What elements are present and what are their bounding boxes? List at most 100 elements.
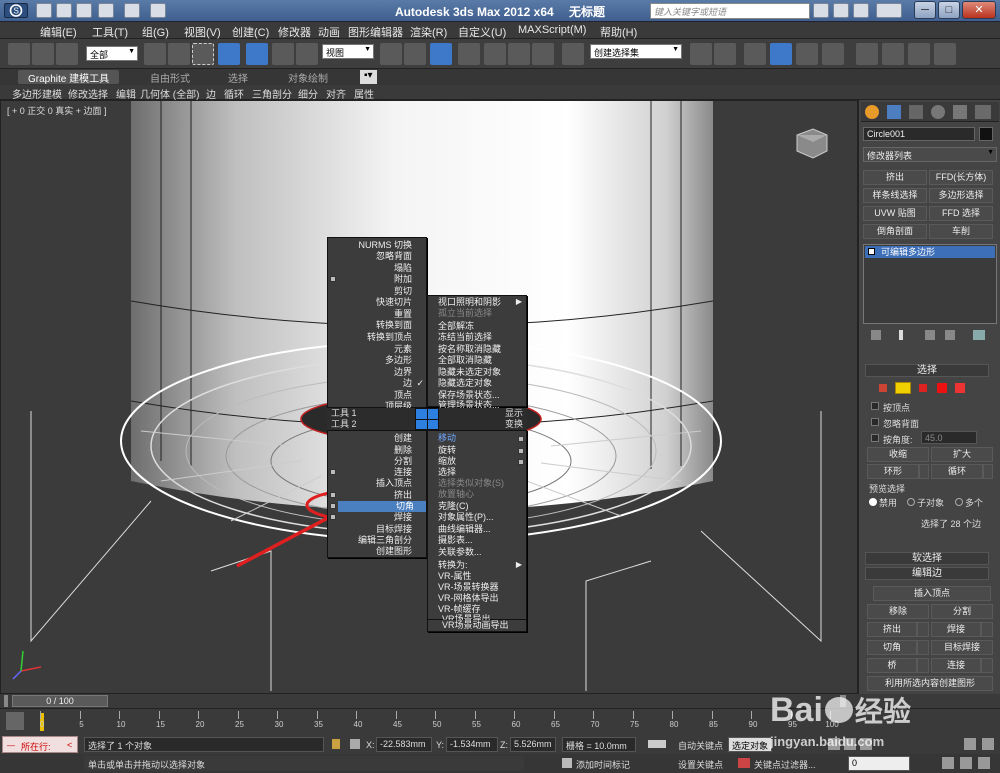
rendered-frame-icon[interactable]: [908, 43, 930, 65]
menu-animation[interactable]: 动画: [318, 24, 340, 40]
orbit-icon[interactable]: [978, 757, 990, 769]
angle-snap-icon[interactable]: [484, 43, 506, 65]
y-coordinate-field[interactable]: -1.534mm: [446, 737, 498, 752]
qmenu-cut[interactable]: 剪切: [394, 286, 412, 297]
field-of-view-icon[interactable]: [942, 757, 954, 769]
mod-ffd-select-button[interactable]: FFD 选择: [929, 206, 993, 221]
set-key-label[interactable]: 设置关键点: [678, 758, 723, 771]
ribbon-edges[interactable]: 边: [206, 86, 216, 101]
qmenu-wire-parameters[interactable]: 关联参数...: [438, 547, 482, 558]
qmenu-curve-editor[interactable]: 曲线编辑器...: [438, 524, 491, 535]
qmenu-vr-properties[interactable]: VR-属性: [438, 571, 472, 582]
mod-uvw-map-button[interactable]: UVW 贴图: [863, 206, 927, 221]
qmenu-remove[interactable]: 删除: [394, 445, 412, 456]
qmenu-vr-scene-converter[interactable]: VR-场景转换器: [438, 582, 499, 593]
zoom-viewport-icon[interactable]: [964, 738, 976, 750]
extrude-button[interactable]: 挤出: [867, 622, 917, 637]
ribbon-loops[interactable]: 循环: [224, 86, 244, 101]
loop-button[interactable]: 循环: [931, 464, 983, 479]
qmenu-weld[interactable]: 焊接: [394, 512, 412, 523]
connect-settings-button[interactable]: [981, 658, 993, 673]
rotate-settings-icon[interactable]: [518, 448, 524, 454]
shrink-button[interactable]: 收缩: [867, 447, 929, 462]
quad-center-icon[interactable]: [415, 408, 440, 431]
qmenu-object-properties[interactable]: 对象属性(P)...: [438, 512, 494, 523]
by-vertex-checkbox[interactable]: [871, 402, 879, 410]
qmenu-attach[interactable]: 附加: [394, 274, 412, 285]
weld-settings-button[interactable]: [981, 622, 993, 637]
layer-manager-icon[interactable]: [744, 43, 766, 65]
display-tab-icon[interactable]: [953, 105, 967, 119]
qmenu-chamfer[interactable]: 切角: [338, 501, 426, 512]
menu-graph-editors[interactable]: 图形编辑器: [348, 24, 403, 40]
qmenu-convert-to[interactable]: 转换为:: [438, 560, 468, 571]
ribbon-options-icon[interactable]: ▪▾: [360, 70, 377, 84]
help-search-input[interactable]: 键入关键字或短语: [650, 3, 810, 19]
connect-button[interactable]: 连接: [931, 658, 981, 673]
ribbon-properties[interactable]: 属性: [354, 86, 374, 101]
show-end-result-icon[interactable]: [899, 330, 903, 340]
stack-item-editable-poly[interactable]: 可编辑多边形: [865, 246, 995, 258]
qmenu-create[interactable]: 创建: [394, 433, 412, 444]
key-filters-label[interactable]: 关键点过滤器...: [754, 758, 816, 771]
qmenu-reset[interactable]: 重置: [394, 309, 412, 320]
qmenu-freeze-selection[interactable]: 冻结当前选择: [438, 332, 492, 343]
slider-left-icon[interactable]: [4, 695, 8, 707]
angle-spinner[interactable]: 45.0: [921, 431, 977, 444]
spinner-snap-icon[interactable]: [532, 43, 554, 65]
ring-button[interactable]: 环形: [867, 464, 919, 479]
pan-icon[interactable]: [960, 757, 972, 769]
menu-modifiers[interactable]: 修改器: [278, 24, 311, 40]
minimize-button[interactable]: ─: [914, 1, 936, 19]
selected-dropdown[interactable]: 选定对象: [728, 737, 772, 752]
mod-poly-select-button[interactable]: 多边形选择: [929, 188, 993, 203]
qmenu-split[interactable]: 分割: [394, 456, 412, 467]
qmenu-viewport-lighting[interactable]: 视口照明和阴影: [438, 297, 501, 308]
zoom-all-icon[interactable]: [982, 738, 994, 750]
add-time-tag-label[interactable]: 添加时间标记: [576, 758, 630, 771]
qmenu-target-weld[interactable]: 目标焊接: [376, 524, 412, 535]
keyboard-shortcut-icon[interactable]: [430, 43, 452, 65]
extrude-settings-button[interactable]: [917, 622, 929, 637]
move-tool-icon[interactable]: [246, 43, 268, 65]
qmenu-scale[interactable]: 缩放: [438, 456, 456, 467]
chamfer-settings-button[interactable]: [917, 640, 929, 655]
utilities-tab-icon[interactable]: [975, 105, 991, 119]
qmenu-connect[interactable]: 连接: [394, 467, 412, 478]
qmenu-vr-scene-anim-export[interactable]: VR场景动画导出: [442, 620, 509, 631]
connect-settings-icon[interactable]: [330, 469, 336, 475]
qmenu-select[interactable]: 选择: [438, 467, 456, 478]
ribbon-polygon-modeling[interactable]: 多边形建模: [12, 86, 62, 101]
unlink-icon[interactable]: [32, 43, 54, 65]
qmenu-edit-triangulation[interactable]: 编辑三角剖分: [358, 535, 412, 546]
ribbon-modify-selection[interactable]: 修改选择: [68, 86, 108, 101]
current-frame-field[interactable]: 0: [848, 756, 910, 771]
auto-key-label[interactable]: 自动关键点: [678, 739, 723, 752]
select-by-name-icon[interactable]: [168, 43, 190, 65]
qmenu-extrude[interactable]: 挤出: [394, 490, 412, 501]
qmenu-clone[interactable]: 克隆(C): [438, 501, 469, 512]
grow-button[interactable]: 扩大: [931, 447, 993, 462]
close-button[interactable]: ✕: [962, 1, 996, 19]
schematic-view-icon[interactable]: [822, 43, 844, 65]
selection-filter-dropdown[interactable]: 全部: [86, 46, 138, 61]
mod-spline-select-button[interactable]: 样条线选择: [863, 188, 927, 203]
menu-tools[interactable]: 工具(T): [92, 24, 128, 40]
tab-graphite[interactable]: Graphite 建模工具: [18, 70, 120, 85]
modify-tab-icon[interactable]: [887, 105, 901, 119]
by-angle-checkbox[interactable]: [871, 434, 879, 442]
border-mode-icon[interactable]: [919, 384, 927, 392]
qmenu-polygon[interactable]: 多边形: [385, 355, 412, 366]
extrude-settings-icon[interactable]: [330, 492, 336, 498]
edit-edges-header[interactable]: 编辑边: [865, 567, 989, 580]
create-tab-icon[interactable]: [865, 105, 879, 119]
snaps-toggle-icon[interactable]: [458, 43, 480, 65]
menu-help[interactable]: 帮助(H): [600, 24, 637, 40]
remove-modifier-icon[interactable]: [945, 330, 955, 340]
select-manipulate-icon[interactable]: [404, 43, 426, 65]
move-settings-icon[interactable]: [518, 436, 524, 442]
menu-group[interactable]: 组(G): [142, 24, 169, 40]
lock-selection-icon[interactable]: [332, 739, 340, 749]
rollout-selection-header[interactable]: 选择: [865, 364, 989, 377]
communication-center-icon[interactable]: [833, 3, 849, 18]
